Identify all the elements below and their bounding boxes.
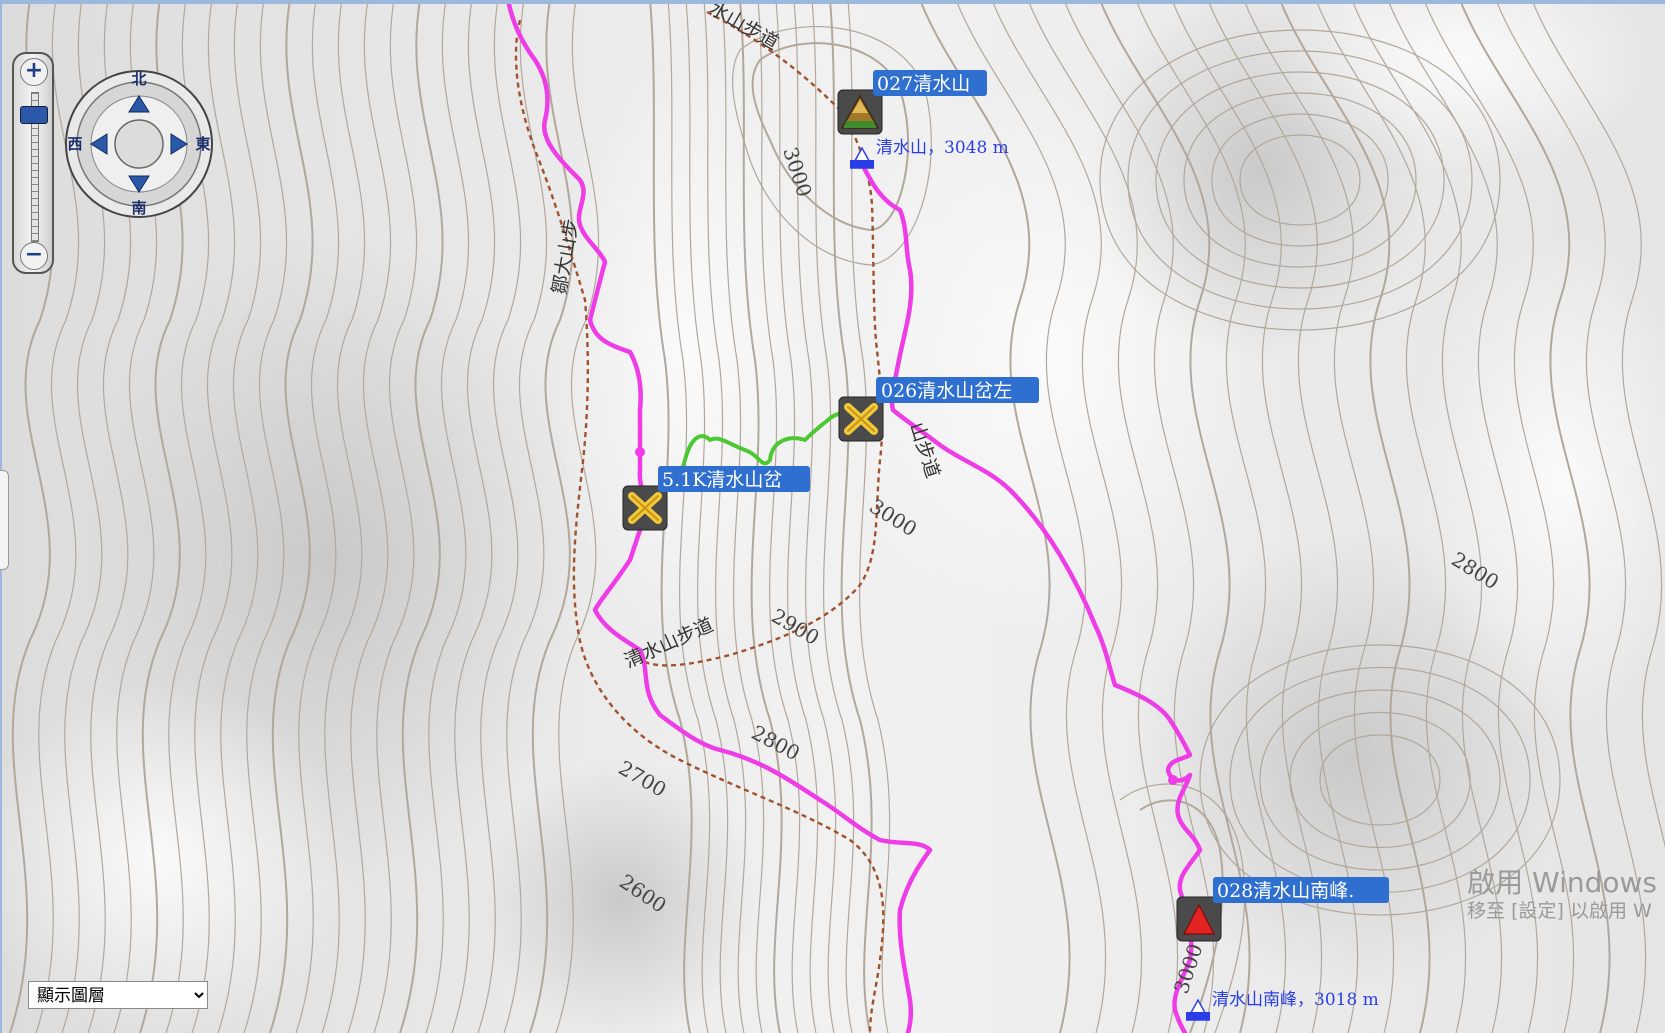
- compass-south-label: 南: [131, 199, 146, 217]
- zoom-in-button[interactable]: +: [20, 58, 48, 86]
- watermark-subtitle: 移至 [設定] 以啟用 W: [1467, 899, 1652, 922]
- compass-north-label: 北: [131, 70, 146, 88]
- compass-pan-control[interactable]: 北 南 東 西: [64, 69, 214, 219]
- watermark-title: 啟用 Windows: [1467, 866, 1657, 899]
- waypoint-026-label: 026清水山岔左: [881, 380, 1012, 402]
- zoom-slider[interactable]: + −: [12, 52, 54, 274]
- side-panel-handle[interactable]: [0, 470, 9, 570]
- compass-east-label: 東: [195, 135, 210, 153]
- zoom-thumb[interactable]: [20, 106, 48, 124]
- compass-west-label: 西: [67, 135, 82, 153]
- layer-select[interactable]: 顯示圖層: [28, 981, 208, 1009]
- waypoint-5k-label: 5.1K清水山岔: [662, 469, 782, 491]
- topo-map[interactable]: 3000 3000 2900 2800 2700 2600 2800 3000 …: [0, 0, 1665, 1033]
- window-top-border: [0, 0, 1665, 4]
- zoom-out-button[interactable]: −: [20, 242, 48, 270]
- peak-label-qingshui: 清水山，3048 m: [876, 138, 1009, 158]
- waypoint-027-label: 027清水山: [877, 73, 970, 95]
- waypoint-028-label: 028清水山南峰.: [1217, 880, 1354, 902]
- peak-label-south: 清水山南峰，3018 m: [1212, 990, 1379, 1010]
- windows-activation-watermark: 啟用 Windows 移至 [設定] 以啟用 W: [1467, 866, 1657, 922]
